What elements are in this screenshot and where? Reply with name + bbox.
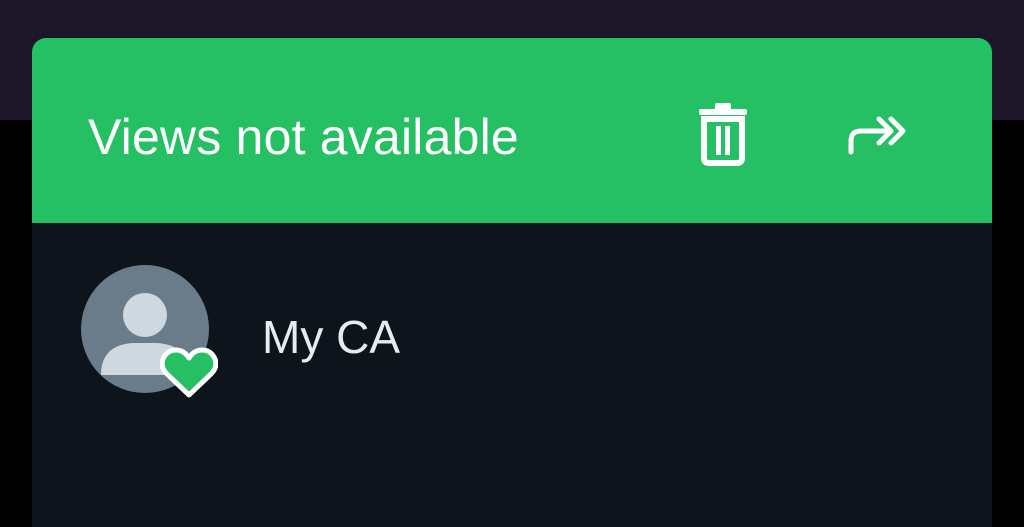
- contact-row[interactable]: My CA: [32, 223, 992, 453]
- view-once-sheet: Views not available My CA: [32, 38, 992, 527]
- forward-icon: [848, 116, 906, 155]
- contact-name: My CA: [262, 311, 400, 363]
- forward-button[interactable]: [838, 94, 918, 174]
- sheet-header: Views not available: [32, 38, 992, 223]
- header-title: Views not available: [88, 109, 519, 165]
- delete-icon: [699, 103, 747, 166]
- delete-button[interactable]: [683, 94, 763, 174]
- heart-icon: [160, 347, 218, 398]
